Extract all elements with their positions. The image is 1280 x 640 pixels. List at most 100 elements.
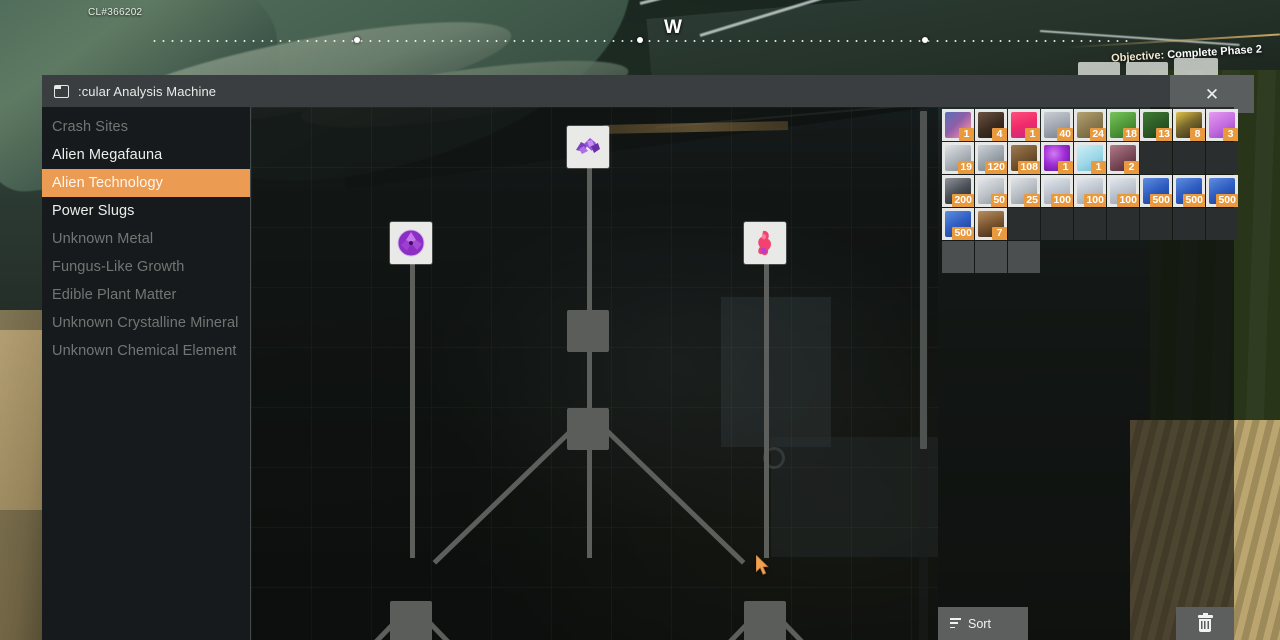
inventory-slot-quantity: 500 bbox=[1183, 194, 1205, 207]
inventory-slot-dark-cylinder[interactable]: 4 bbox=[975, 109, 1007, 141]
research-category-sidebar: Crash Sites Alien Megafauna Alien Techno… bbox=[42, 107, 250, 640]
trash-button[interactable] bbox=[1176, 607, 1234, 640]
window-icon bbox=[54, 84, 69, 98]
alien-crystal-cluster-node[interactable] bbox=[567, 126, 609, 168]
inventory-slot-empty[interactable] bbox=[1107, 208, 1139, 240]
inventory-slot-quantity: 500 bbox=[1150, 194, 1172, 207]
inventory-slot-pink-crystal[interactable]: 1 bbox=[1008, 109, 1040, 141]
purple-sphere-icon bbox=[397, 229, 425, 257]
compass-major-dot-right bbox=[922, 37, 928, 43]
sidebar-item-power-slugs[interactable]: Power Slugs bbox=[42, 197, 250, 225]
inventory-slot-grey-plate[interactable]: 40 bbox=[1041, 109, 1073, 141]
inventory-slot-quantity: 500 bbox=[1216, 194, 1238, 207]
inventory-slot-silver-frame[interactable]: 120 bbox=[975, 142, 1007, 174]
inventory-slot-light-plate[interactable]: 100 bbox=[1107, 175, 1139, 207]
pink-organic-icon bbox=[758, 230, 771, 256]
compass-major-dot-left bbox=[354, 37, 360, 43]
inventory-slot-quantity: 24 bbox=[1090, 128, 1106, 141]
inventory-slot-empty[interactable] bbox=[1140, 142, 1172, 174]
close-icon: ✕ bbox=[1204, 84, 1220, 104]
locked-node-left-lower[interactable] bbox=[390, 601, 432, 640]
sidebar-item-unknown-chemical-element[interactable]: Unknown Chemical Element bbox=[42, 337, 250, 365]
inventory-slot-quantity: 108 bbox=[1018, 161, 1040, 174]
edge-left-vertical bbox=[410, 264, 415, 558]
sidebar-item-alien-technology[interactable]: Alien Technology bbox=[42, 169, 250, 197]
inventory-slot-light-plate[interactable]: 100 bbox=[1041, 175, 1073, 207]
inventory-slot-quantity: 18 bbox=[1123, 128, 1139, 141]
inventory-slot-quantity: 1 bbox=[959, 128, 974, 141]
inventory-slot-quantity: 2 bbox=[1124, 161, 1139, 174]
inventory-slot-maroon-slug[interactable]: 2 bbox=[1107, 142, 1139, 174]
inventory-slot-quantity: 200 bbox=[952, 194, 974, 207]
sidebar-item-crash-sites[interactable]: Crash Sites bbox=[42, 113, 250, 141]
inventory-slot-violet-crystal[interactable]: 3 bbox=[1206, 109, 1238, 141]
locked-node-center-upper[interactable] bbox=[567, 310, 609, 352]
inventory-slot-quantity: 25 bbox=[1024, 194, 1040, 207]
inventory-slot-empty[interactable] bbox=[1173, 208, 1205, 240]
inventory-slot-blue-ore[interactable]: 500 bbox=[942, 208, 974, 240]
inventory-slot-dark-green-coil[interactable]: 13 bbox=[1140, 109, 1172, 141]
purple-crystal-cluster-icon bbox=[576, 138, 600, 154]
inventory-slot-empty[interactable] bbox=[1173, 142, 1205, 174]
compass-major-dot-center bbox=[637, 37, 643, 43]
inventory-grid: 1 4 1 40 24 18 13 8 3 19 120 108 1 1 2 200 50 25 100 100 100… bbox=[942, 109, 1238, 273]
inventory-slot-quantity: 8 bbox=[1190, 128, 1205, 141]
inventory-slot-empty[interactable] bbox=[1008, 241, 1040, 273]
inventory-slot-empty[interactable] bbox=[1206, 208, 1238, 240]
edge-center-vertical-lower bbox=[587, 368, 592, 558]
sidebar-item-alien-megafauna[interactable]: Alien Megafauna bbox=[42, 141, 250, 169]
inventory-panel: 1 4 1 40 24 18 13 8 3 19 120 108 1 1 2 200 50 25 100 100 100… bbox=[919, 107, 1238, 640]
inventory-slot-purple-sphere[interactable]: 1 bbox=[1041, 142, 1073, 174]
inventory-slot-cyan-crystal[interactable]: 1 bbox=[1074, 142, 1106, 174]
inventory-slot-quantity: 100 bbox=[1084, 194, 1106, 207]
sidebar-item-unknown-metal[interactable]: Unknown Metal bbox=[42, 225, 250, 253]
inventory-slot-tan-rod[interactable]: 24 bbox=[1074, 109, 1106, 141]
sort-button[interactable]: Sort bbox=[938, 607, 1028, 640]
inventory-slot-wire-cube[interactable]: 25 bbox=[1008, 175, 1040, 207]
inventory-slot-empty[interactable] bbox=[1041, 208, 1073, 240]
locked-node-center-lower[interactable] bbox=[567, 408, 609, 450]
inventory-slot-empty[interactable] bbox=[975, 241, 1007, 273]
molecular-analysis-machine-window: :cular Analysis Machine ✕ Crash Sites Al… bbox=[42, 75, 1254, 640]
inventory-slot-wire-frame[interactable]: 50 bbox=[975, 175, 1007, 207]
tree-scrollbar-thumb[interactable] bbox=[920, 111, 927, 449]
inventory-toolbar: Sort bbox=[938, 607, 1234, 640]
inventory-slot-blue-ore[interactable]: 500 bbox=[1206, 175, 1238, 207]
inventory-slot-quantity: 3 bbox=[1223, 128, 1238, 141]
inventory-slot-empty[interactable] bbox=[1140, 208, 1172, 240]
inventory-slot-quantity: 19 bbox=[958, 161, 974, 174]
window-titlebar: :cular Analysis Machine bbox=[42, 75, 1234, 107]
inventory-slot-quantity: 1 bbox=[1025, 128, 1040, 141]
inventory-slot-green-chunk[interactable]: 18 bbox=[1107, 109, 1139, 141]
inventory-slot-empty[interactable] bbox=[1206, 142, 1238, 174]
inventory-slot-quantity: 1 bbox=[1058, 161, 1073, 174]
inventory-slot-quantity: 4 bbox=[992, 128, 1007, 141]
sort-icon bbox=[950, 618, 962, 629]
inventory-slot-blue-ore[interactable]: 500 bbox=[1173, 175, 1205, 207]
tree-scrollbar[interactable] bbox=[919, 107, 928, 640]
changelist-label: CL#366202 bbox=[88, 7, 143, 18]
inventory-slot-quantity: 100 bbox=[1117, 194, 1139, 207]
power-shard-node[interactable] bbox=[390, 222, 432, 264]
inventory-slot-quantity: 500 bbox=[952, 227, 974, 240]
research-tree-panel[interactable] bbox=[250, 107, 938, 640]
sidebar-item-edible-plant-matter[interactable]: Edible Plant Matter bbox=[42, 281, 250, 309]
inventory-slot-light-plate[interactable]: 100 bbox=[1074, 175, 1106, 207]
inventory-slot-empty[interactable] bbox=[1074, 208, 1106, 240]
edge-right-vertical bbox=[764, 264, 769, 558]
inventory-slot-brown-rod[interactable]: 108 bbox=[1008, 142, 1040, 174]
inventory-slot-dark-bar[interactable]: 200 bbox=[942, 175, 974, 207]
inventory-slot-blue-ore[interactable]: 500 bbox=[1140, 175, 1172, 207]
inventory-slot-empty[interactable] bbox=[1008, 208, 1040, 240]
inventory-slot-silver-part[interactable]: 19 bbox=[942, 142, 974, 174]
inventory-slot-brown-figure[interactable]: 7 bbox=[975, 208, 1007, 240]
sidebar-item-unknown-crystalline-mineral[interactable]: Unknown Crystalline Mineral bbox=[42, 309, 250, 337]
inventory-slot-empty[interactable] bbox=[942, 241, 974, 273]
inventory-slot-yellow-module[interactable]: 8 bbox=[1173, 109, 1205, 141]
locked-node-right-lower[interactable] bbox=[744, 601, 786, 640]
trash-icon bbox=[1197, 612, 1213, 632]
inventory-slot-shell-purple[interactable]: 1 bbox=[942, 109, 974, 141]
sidebar-item-fungus-like-growth[interactable]: Fungus-Like Growth bbox=[42, 253, 250, 281]
compass-heading-label: W bbox=[664, 17, 682, 38]
mercer-sphere-node[interactable] bbox=[744, 222, 786, 264]
